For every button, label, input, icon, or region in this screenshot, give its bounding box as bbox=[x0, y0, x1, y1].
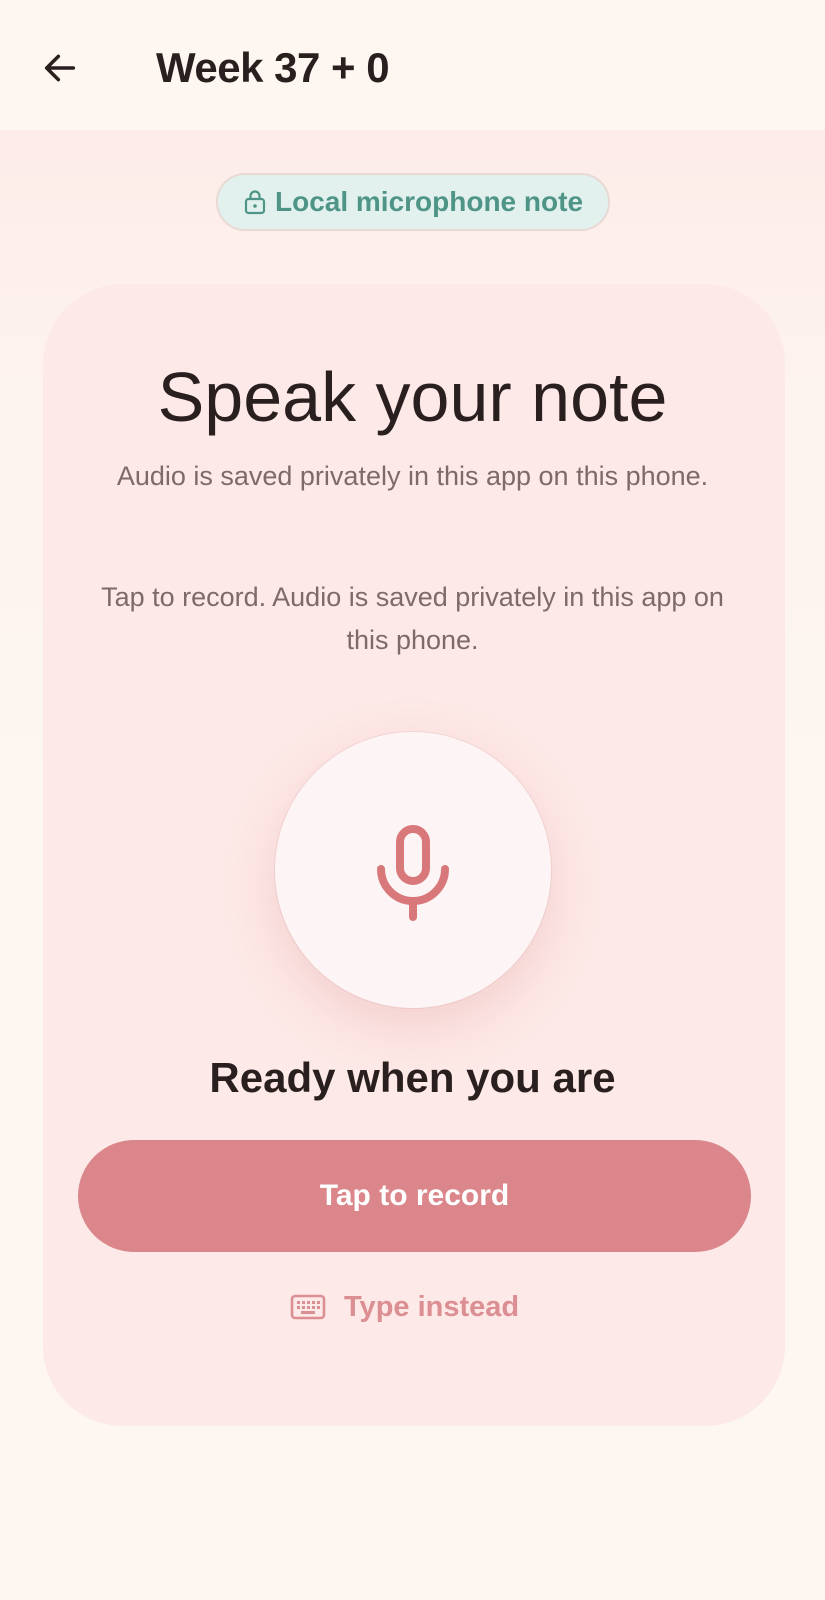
microphone-button[interactable] bbox=[275, 732, 551, 1008]
lock-icon bbox=[244, 190, 266, 215]
page-title: Week 37 + 0 bbox=[156, 44, 390, 91]
arrow-left-icon bbox=[44, 54, 76, 82]
keyboard-icon bbox=[290, 1294, 326, 1320]
type-instead-link[interactable]: Type instead bbox=[290, 1283, 519, 1331]
back-button[interactable] bbox=[36, 44, 84, 92]
card-instructions: Tap to record. Audio is saved privately … bbox=[101, 582, 724, 655]
app-header: Week 37 + 0 bbox=[0, 0, 825, 130]
record-button[interactable]: Tap to record bbox=[78, 1140, 751, 1252]
badge-label: Local microphone note bbox=[274, 186, 584, 217]
microphone-icon bbox=[377, 825, 449, 921]
privacy-badge: Local microphone note bbox=[216, 173, 610, 231]
type-instead-label: Type instead bbox=[344, 1290, 520, 1323]
recording-status: Ready when you are bbox=[209, 1054, 616, 1101]
card-subtitle: Audio is saved privately in this app on … bbox=[116, 461, 709, 491]
card-title: Speak your note bbox=[157, 358, 668, 436]
